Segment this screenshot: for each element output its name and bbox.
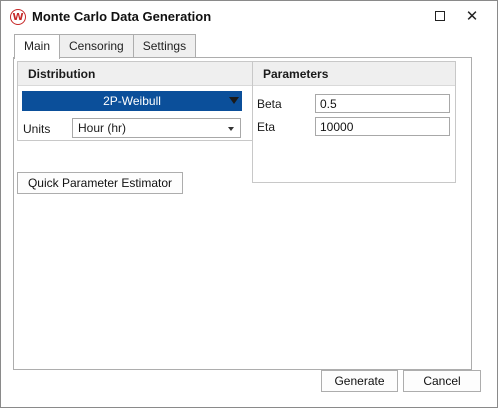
tab-censoring[interactable]: Censoring: [59, 34, 134, 58]
window-title: Monte Carlo Data Generation: [32, 9, 212, 24]
units-dropdown[interactable]: Hour (hr): [72, 118, 241, 138]
parameters-header: Parameters: [253, 62, 455, 86]
dropdown-arrow-icon: [229, 97, 239, 104]
main-tab-panel: Distribution 2P-Weibull Units Hour (hr) …: [13, 57, 472, 370]
maximize-button[interactable]: [429, 5, 451, 27]
tab-main[interactable]: Main: [14, 34, 61, 59]
beta-label: Beta: [257, 97, 282, 111]
distribution-header: Distribution: [18, 62, 270, 86]
maximize-icon: [435, 11, 445, 21]
close-button[interactable]: ✕: [461, 5, 483, 27]
units-selected-value: Hour (hr): [78, 121, 127, 135]
close-icon: ✕: [465, 7, 479, 25]
distribution-group: Distribution 2P-Weibull Units Hour (hr): [17, 61, 271, 141]
units-label: Units: [23, 122, 51, 136]
distribution-selected-value: 2P-Weibull: [103, 94, 161, 108]
quick-parameter-estimator-button[interactable]: Quick Parameter Estimator: [17, 172, 183, 194]
app-logo-icon: W: [10, 9, 26, 25]
cancel-button[interactable]: Cancel: [403, 370, 481, 392]
eta-label: Eta: [257, 120, 276, 134]
beta-input[interactable]: [315, 94, 450, 113]
tab-strip: Main Censoring Settings: [14, 34, 197, 59]
distribution-dropdown[interactable]: 2P-Weibull: [22, 91, 242, 111]
title-bar[interactable]: W Monte Carlo Data Generation ✕: [1, 1, 497, 31]
eta-input[interactable]: [315, 117, 450, 136]
generate-button[interactable]: Generate: [321, 370, 398, 392]
tab-settings[interactable]: Settings: [132, 34, 197, 58]
parameters-group: Parameters Beta Eta: [252, 61, 456, 183]
dialog-window: W Monte Carlo Data Generation ✕ Main Cen…: [0, 0, 498, 408]
chevron-down-icon: [228, 127, 234, 131]
